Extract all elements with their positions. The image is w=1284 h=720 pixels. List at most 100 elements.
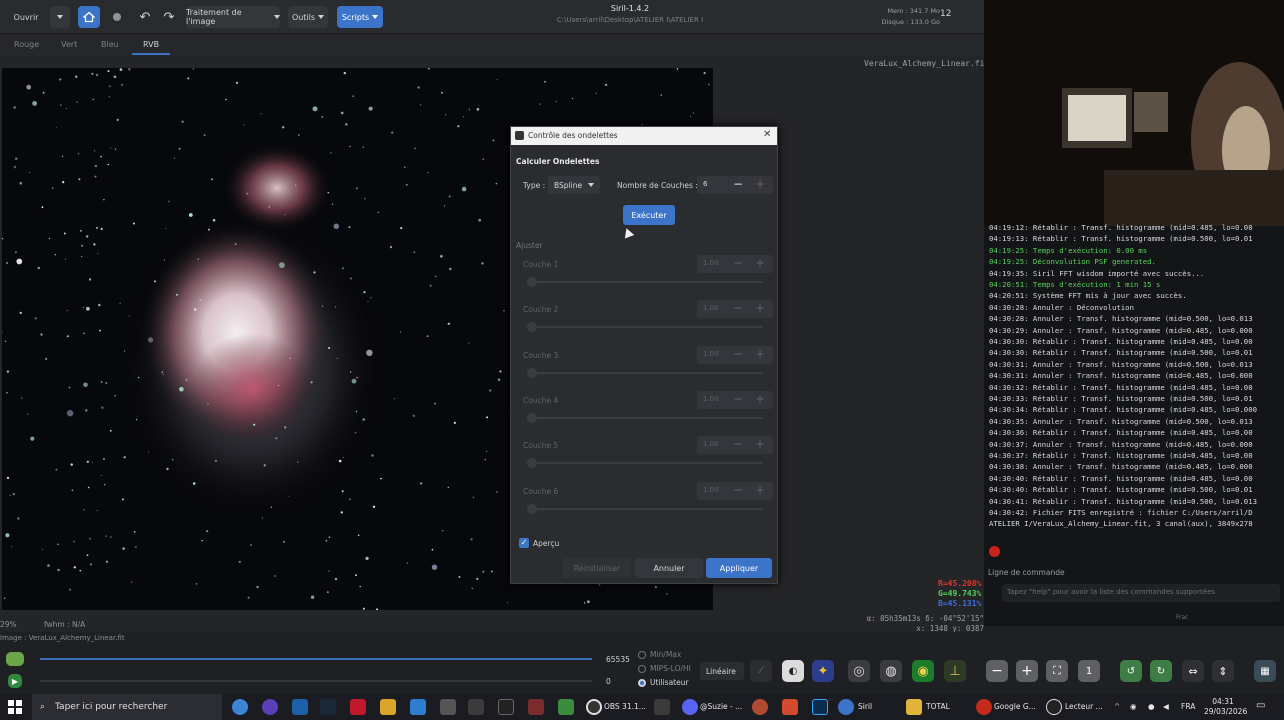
rotate-right-icon[interactable]: ↻ xyxy=(1150,660,1172,682)
play-icon[interactable]: ▶ xyxy=(8,674,22,688)
folder-icon[interactable] xyxy=(380,699,396,715)
tray-speaker-icon[interactable]: ◀ xyxy=(1163,702,1169,711)
open-button[interactable]: Ouvrir xyxy=(8,6,44,28)
taskbar-clock[interactable]: 04:31 29/03/2026 xyxy=(1204,697,1247,717)
layer-spinner[interactable]: 1.00 − + xyxy=(697,436,773,455)
rotate-left-icon[interactable]: ↺ xyxy=(1120,660,1142,682)
image-view-icon[interactable] xyxy=(6,652,24,666)
livestack-button[interactable] xyxy=(106,6,128,28)
minus-icon[interactable]: − xyxy=(733,483,743,497)
zoom-out-icon[interactable]: − xyxy=(986,660,1008,682)
negative-view-icon[interactable]: ◐ xyxy=(782,660,804,682)
image-processing-menu[interactable]: Traitement de l'image xyxy=(186,6,280,28)
plus-icon[interactable]: + xyxy=(755,177,765,191)
tray-mic-icon[interactable]: ● xyxy=(1148,702,1155,711)
folder2-icon[interactable] xyxy=(906,699,922,715)
layer-spinner[interactable]: 1.00 − + xyxy=(697,300,773,319)
undo-button[interactable]: ↶ xyxy=(134,6,156,28)
tab-red[interactable]: Rouge xyxy=(14,40,39,49)
notifications-icon[interactable]: ▭ xyxy=(1256,700,1265,711)
plus-icon[interactable]: + xyxy=(755,347,765,361)
tab-blue[interactable]: Bleu xyxy=(101,40,119,49)
thread-count[interactable]: 12 xyxy=(940,9,954,19)
media-icon[interactable] xyxy=(350,699,366,715)
steam-icon[interactable] xyxy=(320,699,336,715)
slider-lock-icon[interactable]: ⁄ xyxy=(750,660,772,682)
layer-slider-handle[interactable] xyxy=(527,277,537,287)
tab-green[interactable]: Vert xyxy=(61,40,77,49)
layer-spinner[interactable]: 1.00 − + xyxy=(697,345,773,364)
taskbar-search[interactable]: ⌕ Taper ici pour rechercher xyxy=(32,694,222,720)
google-label[interactable]: Google G... xyxy=(994,702,1036,711)
max-slider[interactable] xyxy=(40,658,592,660)
tray-network-icon[interactable]: ◉ xyxy=(1130,702,1137,711)
player-label[interactable]: Lecteur ... xyxy=(1065,702,1103,711)
minus-icon[interactable]: − xyxy=(733,437,743,451)
plus-icon[interactable]: + xyxy=(755,301,765,315)
min-value[interactable]: 0 xyxy=(606,677,611,686)
cancel-button[interactable]: Annuler xyxy=(635,558,703,578)
store-icon[interactable] xyxy=(292,699,308,715)
layer-slider[interactable] xyxy=(531,371,763,374)
layer-slider-handle[interactable] xyxy=(527,367,537,378)
layer-spinner[interactable]: 1.00 − + xyxy=(697,481,773,500)
discord-label[interactable]: @Suzie - ... xyxy=(700,702,742,711)
command-input[interactable]: Tapez "help" pour avoir la liste des com… xyxy=(1002,584,1280,602)
obs-label[interactable]: OBS 31.1... xyxy=(604,702,646,711)
scripts-menu[interactable]: Scripts xyxy=(337,6,383,28)
mirror-x-icon[interactable]: ⇔ xyxy=(1182,660,1204,682)
plus-icon[interactable]: + xyxy=(755,392,765,406)
tray-overflow-icon[interactable]: ^ xyxy=(1114,702,1120,711)
radio-mips[interactable]: MIPS-LO/HI xyxy=(638,664,691,673)
gallery-icon[interactable]: ▦ xyxy=(1254,660,1276,682)
execute-button[interactable]: Exécuter xyxy=(623,205,675,225)
vivaldi-icon[interactable] xyxy=(976,699,992,715)
siril-taskbar-label[interactable]: Siril xyxy=(858,702,872,711)
redo-button[interactable]: ↷ xyxy=(158,6,180,28)
dialog-titlebar[interactable]: Contrôle des ondelettes ✕ xyxy=(511,127,777,145)
layers-count-spinner[interactable]: 6 − + xyxy=(697,176,773,194)
layer-spinner[interactable]: 1.00 − + xyxy=(697,390,773,409)
layer-spinner[interactable]: 1.00 − + xyxy=(697,255,773,273)
zoom-fit-icon[interactable]: ⛶ xyxy=(1046,660,1068,682)
layer-slider[interactable] xyxy=(531,416,763,419)
type-select[interactable]: BSpline xyxy=(548,176,600,194)
close-icon[interactable]: ✕ xyxy=(763,129,771,140)
app3-icon[interactable] xyxy=(558,699,574,715)
layer-slider-handle[interactable] xyxy=(527,503,537,514)
minus-icon[interactable]: − xyxy=(733,256,743,270)
apply-button[interactable]: Appliquer xyxy=(706,558,772,578)
app2-icon[interactable] xyxy=(528,699,544,715)
min-slider[interactable] xyxy=(40,680,592,682)
recent-files-dropdown[interactable] xyxy=(50,6,70,28)
plus-icon[interactable]: + xyxy=(755,256,765,270)
target-icon[interactable]: ◎ xyxy=(848,660,870,682)
siril-taskbar-icon[interactable] xyxy=(838,699,854,715)
photometry-icon[interactable]: ◉ xyxy=(912,660,934,682)
plus-icon[interactable]: + xyxy=(755,483,765,497)
layer-slider-handle[interactable] xyxy=(527,412,537,423)
layer-slider[interactable] xyxy=(531,507,763,510)
minus-icon[interactable]: − xyxy=(733,347,743,361)
layer-slider[interactable] xyxy=(531,462,763,465)
office-icon[interactable] xyxy=(782,699,798,715)
layer-slider[interactable] xyxy=(531,326,763,329)
photoshop-icon[interactable] xyxy=(812,699,828,715)
settings-icon[interactable] xyxy=(440,699,456,715)
layer-slider[interactable] xyxy=(531,281,763,283)
plus-icon[interactable]: + xyxy=(755,437,765,451)
minus-icon[interactable]: − xyxy=(733,301,743,315)
total-label[interactable]: TOTAL xyxy=(926,702,950,711)
browser-icon[interactable] xyxy=(262,699,278,715)
tab-rgb[interactable]: RVB xyxy=(143,40,159,49)
chrome-icon[interactable] xyxy=(232,699,248,715)
zoom-in-icon[interactable]: + xyxy=(1016,660,1038,682)
app-icon[interactable] xyxy=(410,699,426,715)
home-button[interactable] xyxy=(78,6,100,28)
stretch-mode-select[interactable]: Linéaire xyxy=(700,662,744,680)
discord-icon[interactable] xyxy=(682,699,698,715)
telescope-icon[interactable]: ⊥ xyxy=(944,660,966,682)
layer-slider-handle[interactable] xyxy=(527,322,537,333)
tool-icon[interactable] xyxy=(468,699,484,715)
player-icon[interactable] xyxy=(1046,699,1062,715)
